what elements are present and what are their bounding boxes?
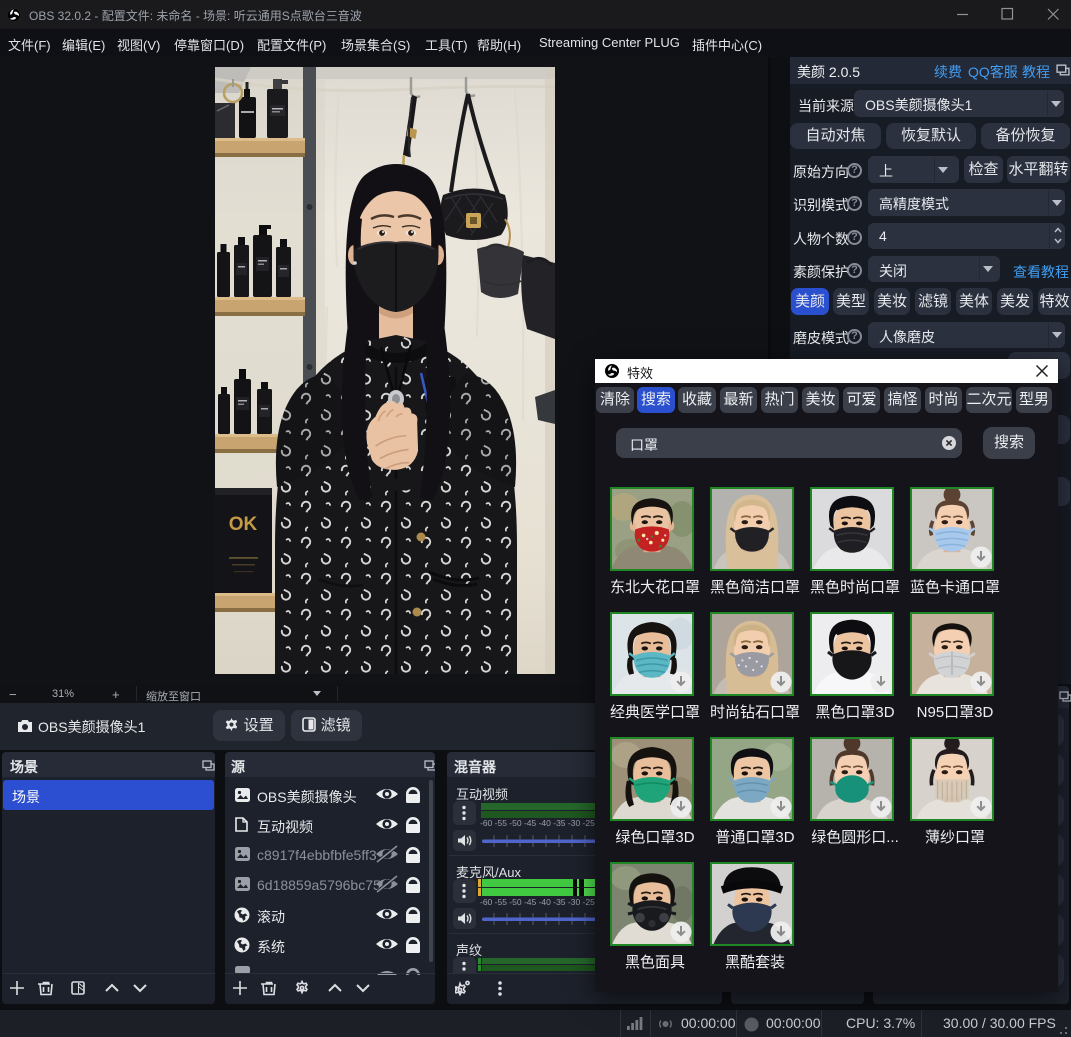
svg-text:OK: OK [229,514,258,535]
